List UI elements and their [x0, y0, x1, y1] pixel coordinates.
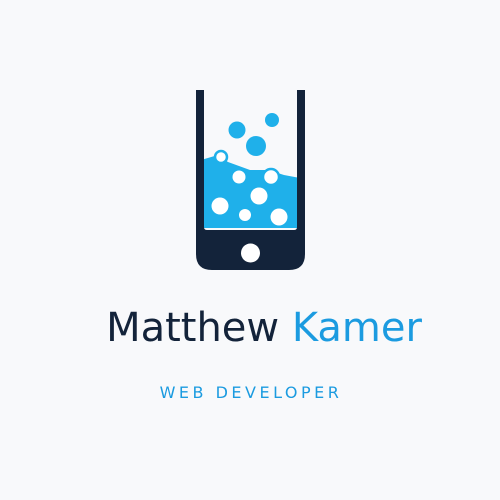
bubble — [265, 113, 279, 127]
bubble — [270, 208, 288, 226]
brand-name: Matthew Kamer — [0, 304, 500, 352]
bubble — [239, 209, 251, 221]
bubble — [246, 136, 266, 156]
bubble — [213, 149, 229, 165]
home-button — [241, 243, 260, 263]
bubble — [232, 170, 246, 184]
bubble — [211, 197, 229, 215]
bubble — [228, 121, 246, 139]
brand-last-name: Kamer — [291, 305, 422, 351]
phone-bubbles-logo-icon — [196, 90, 305, 270]
brand-first-name: Matthew — [106, 305, 280, 351]
bubble — [250, 187, 268, 205]
bubble — [261, 167, 281, 187]
brand-tagline: WEB DEVELOPER — [159, 383, 343, 402]
